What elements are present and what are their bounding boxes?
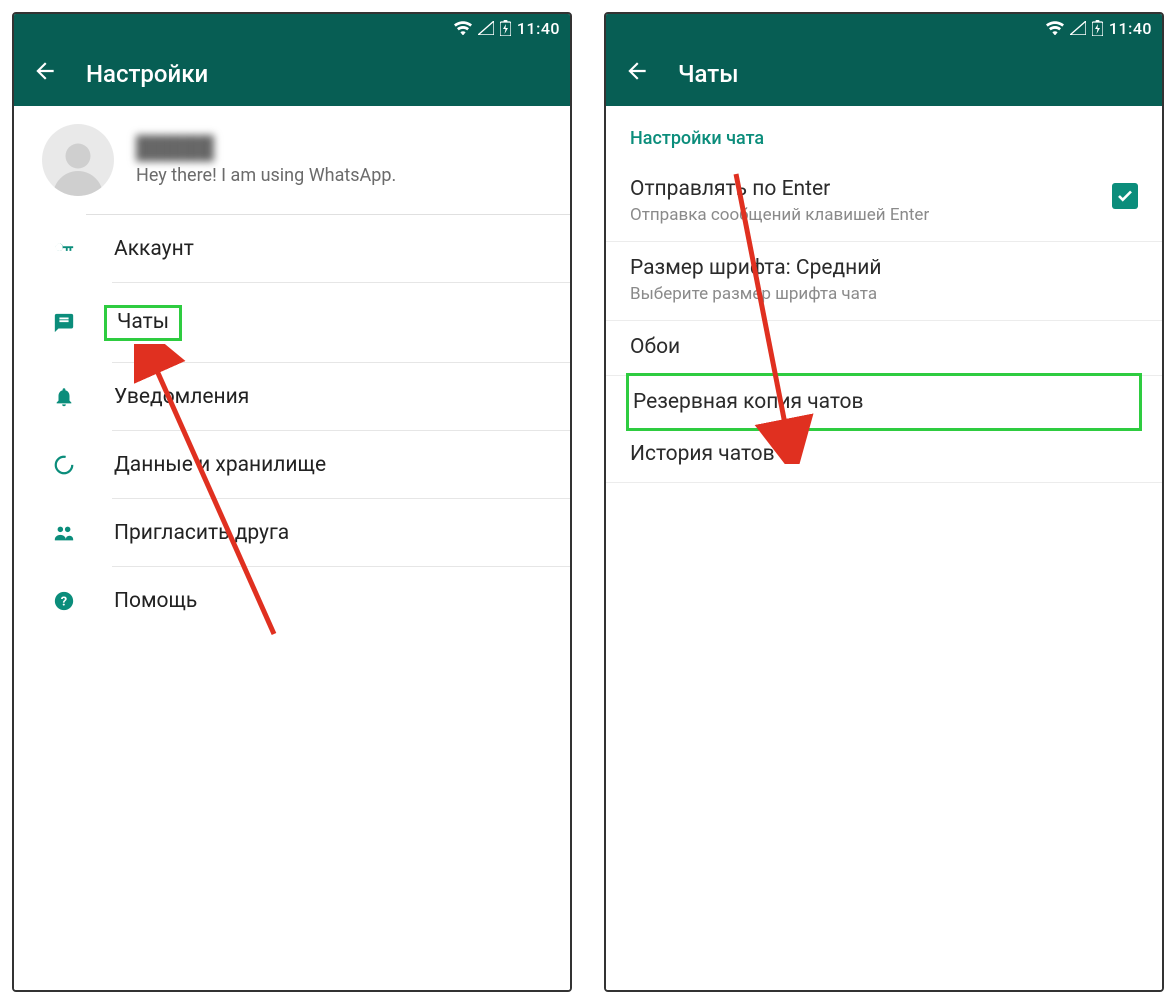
data-usage-icon xyxy=(50,454,78,476)
avatar xyxy=(42,124,114,196)
setting-subtitle: Выберите размер шрифта чата xyxy=(630,284,1138,304)
profile-status: Hey there! I am using WhatsApp. xyxy=(136,165,396,186)
setting-chat-backup[interactable]: Резервная копия чатов xyxy=(626,373,1142,431)
highlight-chats: Чаты xyxy=(104,305,182,341)
menu-label: Уведомления xyxy=(114,385,546,409)
app-bar-title: Чаты xyxy=(678,60,739,88)
back-button[interactable] xyxy=(624,58,650,90)
status-time: 11:40 xyxy=(517,19,560,38)
section-header: Настройки чата xyxy=(606,106,1162,163)
status-bar: 11:40 xyxy=(606,14,1162,42)
status-bar: 11:40 xyxy=(14,14,570,42)
wifi-icon xyxy=(1046,21,1064,35)
battery-icon xyxy=(1092,20,1103,36)
setting-title: Резервная копия чатов xyxy=(633,390,1135,414)
phone-chats-settings: 11:40 Чаты Настройки чата Отправлять по … xyxy=(604,12,1164,992)
battery-icon xyxy=(500,20,511,36)
menu-item-data[interactable]: Данные и хранилище xyxy=(14,431,570,499)
setting-font-size[interactable]: Размер шрифта: Средний Выберите размер ш… xyxy=(606,242,1162,321)
signal-icon xyxy=(478,21,494,35)
setting-title: Обои xyxy=(630,335,1138,359)
setting-chat-history[interactable]: История чатов xyxy=(606,428,1162,483)
settings-menu: Аккаунт Чаты Уведомления xyxy=(14,215,570,635)
phone-settings: 11:40 Настройки █████ Hey there! I am us… xyxy=(12,12,572,992)
setting-title: Отправлять по Enter xyxy=(630,177,1100,201)
profile-name: █████ xyxy=(136,135,396,161)
setting-title: История чатов xyxy=(630,442,1138,466)
menu-item-invite[interactable]: Пригласить друга xyxy=(14,499,570,567)
menu-label: Аккаунт xyxy=(114,237,546,261)
profile-row[interactable]: █████ Hey there! I am using WhatsApp. xyxy=(86,106,570,215)
menu-item-chats[interactable]: Чаты xyxy=(14,283,570,363)
app-bar: Чаты xyxy=(606,42,1162,106)
key-icon xyxy=(50,238,78,260)
wifi-icon xyxy=(454,21,472,35)
status-time: 11:40 xyxy=(1109,19,1152,38)
app-bar: Настройки xyxy=(14,42,570,106)
menu-label: Данные и хранилище xyxy=(114,453,546,477)
menu-label: Пригласить друга xyxy=(114,521,546,545)
menu-item-account[interactable]: Аккаунт xyxy=(14,215,570,283)
menu-item-notifications[interactable]: Уведомления xyxy=(14,363,570,431)
checkbox-checked-icon[interactable] xyxy=(1112,183,1138,209)
setting-wallpaper[interactable]: Обои xyxy=(606,321,1162,376)
bell-icon xyxy=(50,386,78,408)
signal-icon xyxy=(1070,21,1086,35)
setting-enter-to-send[interactable]: Отправлять по Enter Отправка сообщений к… xyxy=(606,163,1162,242)
setting-title: Размер шрифта: Средний xyxy=(630,256,1138,280)
setting-subtitle: Отправка сообщений клавишей Enter xyxy=(630,205,1100,225)
settings-content: █████ Hey there! I am using WhatsApp. Ак… xyxy=(14,106,570,990)
menu-label: Помощь xyxy=(114,589,546,613)
people-icon xyxy=(50,522,78,544)
chats-settings-content: Настройки чата Отправлять по Enter Отпра… xyxy=(606,106,1162,990)
app-bar-title: Настройки xyxy=(86,60,208,88)
help-icon: ? xyxy=(50,590,78,612)
svg-text:?: ? xyxy=(61,595,67,610)
back-button[interactable] xyxy=(32,58,58,90)
menu-item-help[interactable]: ? Помощь xyxy=(14,567,570,635)
menu-label: Чаты xyxy=(114,305,546,341)
chat-icon xyxy=(50,312,78,334)
